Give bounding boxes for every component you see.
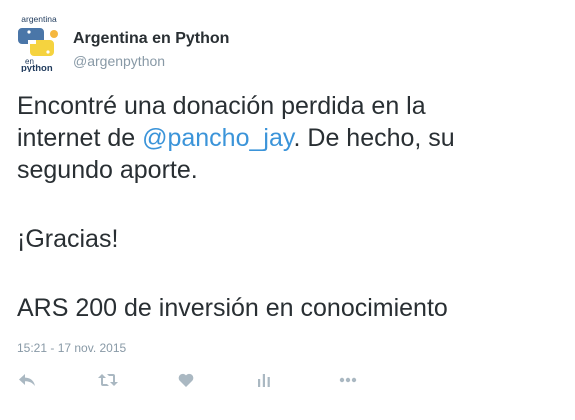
svg-text:python: python xyxy=(21,63,53,72)
retweet-icon xyxy=(98,374,118,386)
account-handle[interactable]: @argenpython xyxy=(73,53,165,69)
tweet-line: ¡Gracias! xyxy=(17,223,562,255)
svg-text:argentina: argentina xyxy=(21,14,57,24)
tweet-text: Encontré una donación perdida en la inte… xyxy=(17,90,562,324)
tweet-actions xyxy=(0,368,575,392)
reply-button[interactable] xyxy=(15,368,39,392)
argentina-en-python-logo: argentina en python xyxy=(18,14,58,74)
account-name[interactable]: Argentina en Python xyxy=(73,30,229,48)
heart-icon xyxy=(178,373,194,387)
tweet-line: internet de @pancho_jay. De hecho, su xyxy=(17,122,562,154)
tweet-line-text: Encontré una donación perdida en la xyxy=(17,92,426,120)
analytics-button[interactable] xyxy=(252,368,276,392)
like-button[interactable] xyxy=(174,368,198,392)
tweet-line: segundo aporte. xyxy=(17,154,562,186)
retweet-button[interactable] xyxy=(96,368,120,392)
analytics-icon xyxy=(258,374,270,387)
tweet-timestamp[interactable]: 15:21 - 17 nov. 2015 xyxy=(17,341,126,355)
tweet-line-text: internet de xyxy=(17,124,143,152)
tweet-line: ARS 200 de inversión en conocimiento xyxy=(17,292,562,324)
more-icon xyxy=(339,377,357,383)
tweet-line-text: segundo aporte. xyxy=(17,156,198,184)
more-button[interactable] xyxy=(336,368,360,392)
reply-icon xyxy=(19,374,35,386)
tweet-closing-text: ARS 200 de inversión en conocimiento xyxy=(17,294,448,322)
avatar[interactable]: argentina en python xyxy=(14,14,64,74)
tweet-line-text: . De hecho, su xyxy=(293,124,455,152)
mention-link[interactable]: @pancho_jay xyxy=(142,124,293,152)
tweet-line: Encontré una donación perdida en la xyxy=(17,90,562,122)
tweet-card: argentina en python Argentina en Python … xyxy=(0,0,575,420)
tweet-thanks-text: ¡Gracias! xyxy=(17,225,119,253)
